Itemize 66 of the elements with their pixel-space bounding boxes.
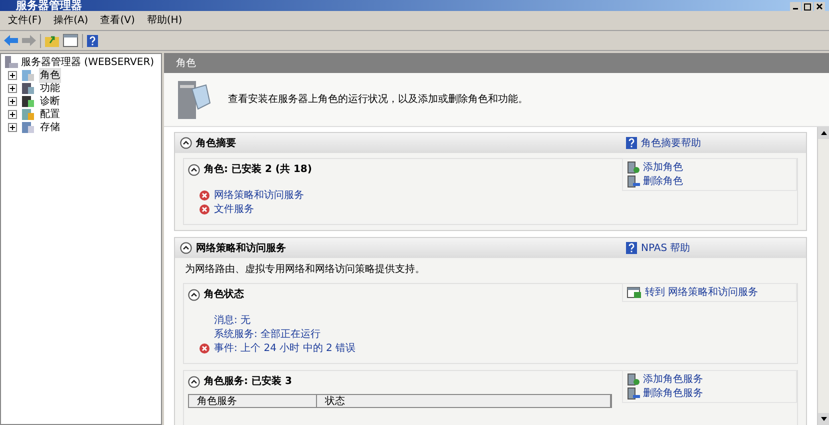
collapse-icon[interactable] (188, 376, 200, 388)
help-link[interactable]: NPAS 帮助 (641, 242, 690, 254)
status-link[interactable]: 系统服务: 全部正在运行 (214, 328, 321, 340)
expand-icon[interactable] (8, 71, 17, 80)
window-go-icon (627, 286, 642, 298)
tree-item[interactable]: 诊断 (39, 94, 61, 109)
collapse-icon[interactable] (180, 137, 192, 149)
block-title: 角色服务: 已安装 3 (204, 375, 292, 388)
maximize-icon[interactable] (802, 2, 813, 11)
action-link[interactable]: 添加角色 (643, 161, 683, 174)
minimize-icon[interactable] (790, 2, 801, 11)
tree-node-icon (21, 95, 35, 108)
server-remove-icon (627, 175, 640, 188)
block-title: 角色: 已安装 2 (共 18) (204, 163, 312, 176)
folder-up-icon[interactable] (45, 34, 59, 47)
tree-item[interactable]: 存储 (39, 120, 61, 135)
collapse-icon[interactable] (188, 164, 200, 176)
status-link[interactable]: 网络策略和访问服务 (214, 188, 304, 202)
window-title: 服务器管理器 (14, 0, 82, 11)
menu-item[interactable]: 帮助(H) (146, 13, 182, 28)
server-remove-icon (627, 387, 640, 400)
column-header[interactable]: 状态 (317, 395, 611, 407)
section-description: 为网络路由、虚拟专用网络和网络访问策略提供支持。 (184, 262, 426, 277)
tree-node-icon (21, 108, 35, 121)
tree-item[interactable]: 角色 (39, 68, 61, 83)
intro-text: 查看安装在服务器上角色的运行状况，以及添加或删除角色和功能。 (228, 92, 528, 107)
tree-item[interactable]: 配置 (39, 107, 61, 122)
action-link[interactable]: 删除角色 (643, 175, 683, 188)
tree-node-icon (21, 69, 35, 82)
back-arrow-icon[interactable] (4, 35, 18, 46)
section-title: 网络策略和访问服务 (196, 241, 286, 256)
tree-item[interactable]: 功能 (39, 81, 61, 96)
tree-node-icon (21, 121, 35, 134)
menu-item[interactable]: 查看(V) (100, 13, 135, 28)
server-add-icon (627, 373, 640, 386)
expand-icon[interactable] (8, 123, 17, 132)
column-header[interactable]: 角色服务 (189, 395, 317, 407)
server-add-icon (627, 161, 640, 174)
menu-item[interactable]: 操作(A) (54, 13, 88, 28)
help-icon (626, 242, 637, 254)
pane-title: 角色 (176, 56, 196, 70)
help-link[interactable]: 角色摘要帮助 (641, 136, 701, 150)
tree-node-icon (21, 82, 35, 95)
scrollbar[interactable] (817, 127, 829, 425)
close-icon[interactable] (814, 2, 825, 11)
action-link[interactable]: 添加角色服务 (643, 373, 703, 386)
collapse-icon[interactable] (188, 288, 200, 300)
server-tag-icon (176, 78, 212, 120)
status-link[interactable]: 事件: 上个 24 小时 中的 2 错误 (214, 342, 356, 354)
block-title: 角色状态 (204, 288, 244, 301)
panel-icon[interactable] (63, 34, 78, 47)
action-link[interactable]: 删除角色服务 (643, 387, 703, 400)
expand-icon[interactable] (8, 97, 17, 106)
scroll-up-icon[interactable] (818, 127, 829, 139)
section-title: 角色摘要 (196, 136, 236, 150)
status-link[interactable]: 文件服务 (214, 202, 254, 216)
help-icon (626, 137, 637, 149)
status-link[interactable]: 消息: 无 (214, 314, 251, 326)
expand-icon[interactable] (8, 84, 17, 93)
expand-icon[interactable] (8, 110, 17, 119)
help-icon (87, 34, 98, 46)
scroll-down-icon[interactable] (818, 413, 829, 425)
collapse-icon[interactable] (180, 242, 192, 254)
server-icon (4, 56, 18, 69)
tree-root-label[interactable]: 服务器管理器 (WEBSERVER) (21, 55, 154, 70)
menu-item[interactable]: 文件(F) (8, 13, 42, 28)
